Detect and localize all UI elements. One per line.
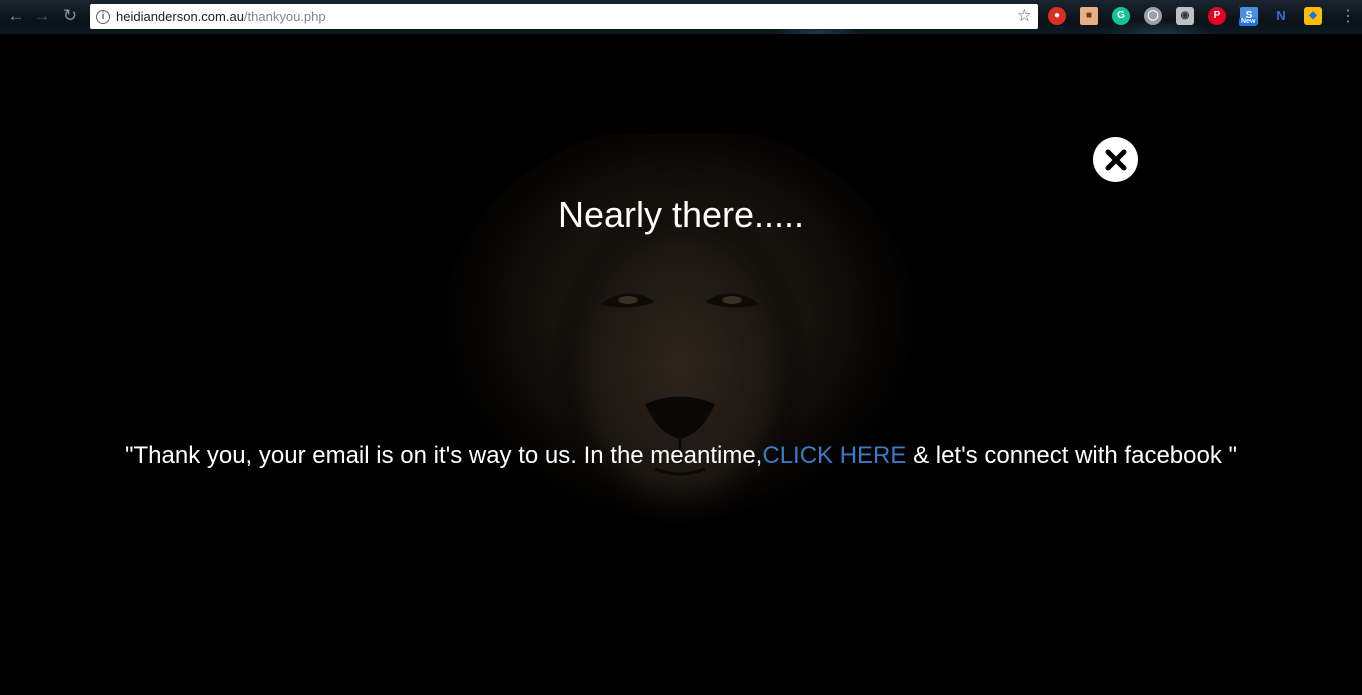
info-icon[interactable]: i — [96, 9, 110, 24]
back-arrow-icon[interactable]: ← — [6, 6, 26, 26]
url-text[interactable]: heidianderson.com.au/thankyou.php — [116, 9, 326, 24]
new-extension-icon[interactable]: S New — [1239, 7, 1258, 26]
facebook-link[interactable]: CLICK HERE — [762, 442, 906, 469]
message-before: "Thank you, your email is on it's way to… — [124, 442, 763, 469]
star-icon[interactable]: ☆ — [1017, 6, 1032, 26]
address-bar[interactable]: i heidianderson.com.au/thankyou.php ☆ — [90, 4, 1038, 29]
url-path: /thankyou.php — [243, 9, 326, 24]
thank-you-page: Nearly there..... "Thank you, your email… — [0, 34, 1362, 695]
forward-arrow-icon[interactable]: → — [32, 6, 52, 26]
browser-toolbar: ← → ↻ i heidianderson.com.au/thankyou.ph… — [0, 0, 1362, 34]
message-after: & let's connect with facebook " — [906, 442, 1238, 469]
clock-extension-icon[interactable]: ◯ — [1144, 7, 1162, 25]
grammarly-extension-icon[interactable]: G — [1112, 7, 1130, 25]
camera-extension-icon[interactable]: ◉ — [1176, 7, 1194, 25]
popup-title: Nearly there..... — [557, 194, 805, 235]
new-badge: New — [1239, 18, 1258, 26]
reload-icon[interactable]: ↻ — [60, 6, 80, 26]
thank-you-message: "Thank you, your email is on it's way to… — [0, 442, 1362, 470]
pinterest-extension-icon[interactable]: P — [1208, 7, 1226, 25]
kebab-menu-icon[interactable]: ⋮ — [1340, 6, 1356, 26]
puzzle-extension-icon[interactable]: ◆ — [1304, 7, 1322, 25]
shield-extension-icon[interactable]: ● — [1048, 7, 1066, 25]
close-x-icon[interactable] — [1093, 137, 1138, 182]
face-extension-icon[interactable]: ■ — [1080, 7, 1098, 25]
url-host: heidianderson.com.au — [116, 9, 244, 24]
n-extension-icon[interactable]: N — [1272, 7, 1290, 25]
